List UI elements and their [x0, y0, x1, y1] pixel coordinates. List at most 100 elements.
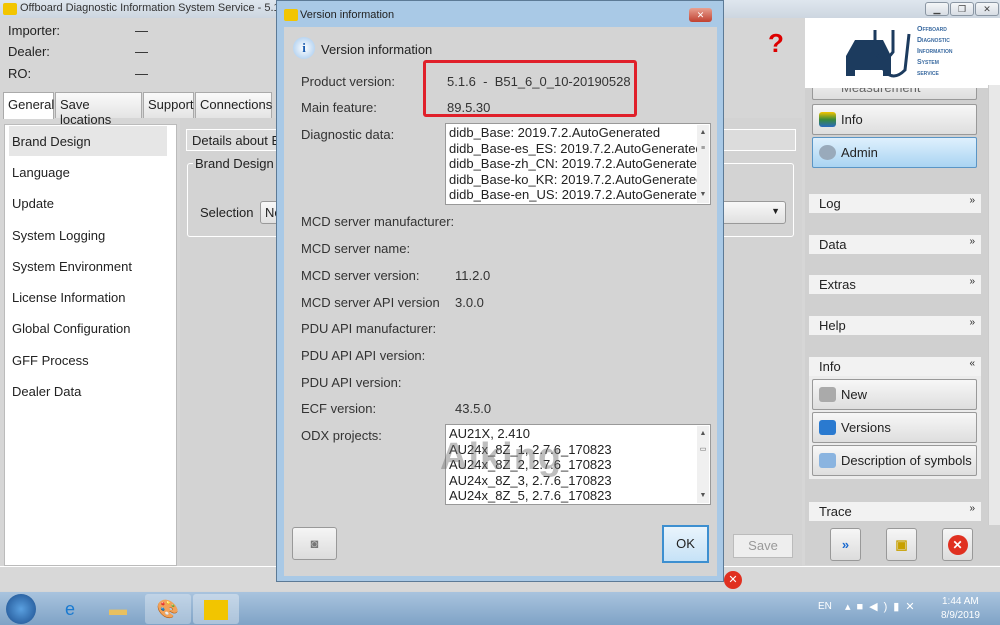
- diagnostic-data-list[interactable]: didb_Base: 2019.7.2.AutoGenerated didb_B…: [445, 123, 711, 205]
- minimize-button[interactable]: ▁: [925, 2, 949, 16]
- new-button[interactable]: New: [812, 379, 977, 410]
- fit-screen-button[interactable]: ▣: [886, 528, 917, 561]
- taskbar: e ▬ 🎨 EN ▴■◀)▮✕ 1:44 AM 8/9/2019: [0, 592, 1000, 625]
- chevron-down-icon: »: [969, 236, 975, 247]
- list-item-license-information[interactable]: License Information: [12, 290, 125, 305]
- section-label: Log: [819, 196, 841, 211]
- logo-line: Diagnostic: [917, 37, 950, 44]
- section-data[interactable]: Data »: [809, 235, 981, 254]
- versions-button[interactable]: Versions: [812, 412, 977, 443]
- section-label: Help: [819, 318, 846, 333]
- close-button[interactable]: ✕: [975, 2, 999, 16]
- exit-button[interactable]: ✕: [942, 528, 973, 561]
- list-item-dealer-data[interactable]: Dealer Data: [12, 384, 81, 399]
- list-item[interactable]: didb_Base-en_US: 2019.7.2.AutoGenerated: [449, 187, 707, 203]
- camera-icon: ◙: [310, 536, 319, 551]
- engine-icon: [284, 9, 298, 21]
- ok-button[interactable]: OK: [662, 525, 709, 563]
- close-circle-icon: ✕: [947, 535, 968, 555]
- start-button[interactable]: [6, 594, 36, 624]
- settings-list: Brand Design Language Update System Logg…: [4, 124, 177, 566]
- admin-button[interactable]: Admin: [812, 137, 977, 168]
- error-icon[interactable]: ✕: [724, 571, 742, 589]
- chevron-down-icon: »: [969, 195, 975, 206]
- language-indicator[interactable]: EN: [818, 601, 832, 612]
- frame-icon: ▣: [895, 537, 908, 552]
- dialog-close-button[interactable]: ✕: [689, 8, 712, 22]
- list-item[interactable]: didb_Base-ko_KR: 2019.7.2.AutoGenerated: [449, 172, 707, 188]
- dealer-value: —: [135, 44, 148, 59]
- right-panel-scrollbar[interactable]: [988, 85, 1000, 525]
- chevron-down-icon: »: [969, 317, 975, 328]
- list-item-gff-process[interactable]: GFF Process: [12, 353, 89, 368]
- list-item-system-logging[interactable]: System Logging: [12, 228, 105, 243]
- info-icon: i: [293, 37, 315, 59]
- list-item-brand-design[interactable]: Brand Design: [9, 126, 167, 156]
- tab-connections[interactable]: Connections: [195, 92, 272, 118]
- watermark: Alking: [440, 436, 563, 478]
- clock-time[interactable]: 1:44 AM: [942, 596, 979, 607]
- header-info: Importer: — Dealer: — RO: —: [0, 18, 270, 88]
- list-item[interactable]: didb_Base: 2019.7.2.AutoGenerated: [449, 125, 707, 141]
- section-extras[interactable]: Extras »: [809, 275, 981, 294]
- internet-explorer-icon[interactable]: e: [50, 594, 90, 624]
- save-button[interactable]: Save: [733, 534, 793, 558]
- restore-button[interactable]: ❐: [950, 2, 974, 16]
- engine-icon: [3, 3, 17, 15]
- section-log[interactable]: Log »: [809, 194, 981, 213]
- chevron-down-icon: »: [969, 503, 975, 514]
- section-label: Extras: [819, 277, 856, 292]
- file-explorer-icon[interactable]: ▬: [98, 594, 138, 624]
- list-item[interactable]: didb_Base-es_ES: 2019.7.2.AutoGenerated: [449, 141, 707, 157]
- info-button[interactable]: Info: [812, 104, 977, 135]
- importer-label: Importer:: [8, 23, 61, 38]
- new-label: New: [841, 387, 868, 402]
- ro-label: RO:: [8, 66, 32, 81]
- section-help[interactable]: Help »: [809, 316, 981, 335]
- list-item[interactable]: didb_Base-zh_CN: 2019.7.2.AutoGenerated: [449, 156, 707, 172]
- section-trace[interactable]: Trace »: [809, 502, 981, 521]
- mcd-manufacturer-label: MCD server manufacturer:: [301, 214, 455, 229]
- list-scrollbar[interactable]: ▲ ▭ ▼: [697, 426, 709, 503]
- importer-value: —: [135, 23, 148, 38]
- symbols-label: Description of symbols: [841, 453, 972, 468]
- logo-line: Offboard: [917, 26, 947, 33]
- chevron-up-icon: «: [969, 358, 975, 369]
- description-of-symbols-button[interactable]: Description of symbols: [812, 445, 977, 476]
- logo-line: System: [917, 59, 939, 66]
- list-item-global-configuration[interactable]: Global Configuration: [12, 321, 131, 336]
- list-scrollbar[interactable]: ▲ ≡ ▼: [697, 125, 709, 203]
- tab-support[interactable]: Support: [143, 92, 194, 118]
- chevron-down-icon: »: [969, 276, 975, 287]
- pdu-manufacturer-label: PDU API manufacturer:: [301, 321, 437, 336]
- forward-button[interactable]: »: [830, 528, 861, 561]
- versions-icon: [819, 420, 836, 435]
- pdu-api-version-label: PDU API version:: [301, 375, 402, 390]
- main-feature-label: Main feature:: [301, 100, 377, 115]
- symbols-icon: [819, 453, 836, 468]
- logo-line: service: [917, 70, 939, 77]
- mcd-api-version-value: 3.0.0: [455, 295, 484, 310]
- tab-save-locations[interactable]: Save locations: [55, 92, 142, 127]
- dialog-heading: Version information: [321, 42, 433, 57]
- list-item-update[interactable]: Update: [12, 196, 54, 211]
- odx-projects-label: ODX projects:: [301, 428, 382, 443]
- help-icon[interactable]: ?: [768, 28, 784, 59]
- screenshot-button[interactable]: ◙: [292, 527, 337, 560]
- clock-date[interactable]: 8/9/2019: [941, 610, 980, 621]
- odis-taskbar-button[interactable]: [193, 594, 239, 624]
- gear-check-icon: [819, 145, 836, 160]
- admin-label: Admin: [841, 145, 878, 160]
- list-item-system-environment[interactable]: System Environment: [12, 259, 132, 274]
- ecf-version-value: 43.5.0: [455, 401, 492, 416]
- tray-icons[interactable]: ▴■◀)▮✕: [845, 600, 921, 613]
- section-label: Info: [819, 359, 841, 374]
- list-item[interactable]: AU24x_8Z_5, 2.7.6_170823: [449, 488, 707, 504]
- ro-value: —: [135, 66, 148, 81]
- paint-icon[interactable]: 🎨: [145, 594, 191, 624]
- list-item-language[interactable]: Language: [12, 165, 70, 180]
- pdu-api-api-version-label: PDU API API version:: [301, 348, 426, 363]
- books-icon: [819, 112, 836, 127]
- section-info[interactable]: Info «: [809, 357, 981, 376]
- tab-general[interactable]: General: [3, 92, 54, 119]
